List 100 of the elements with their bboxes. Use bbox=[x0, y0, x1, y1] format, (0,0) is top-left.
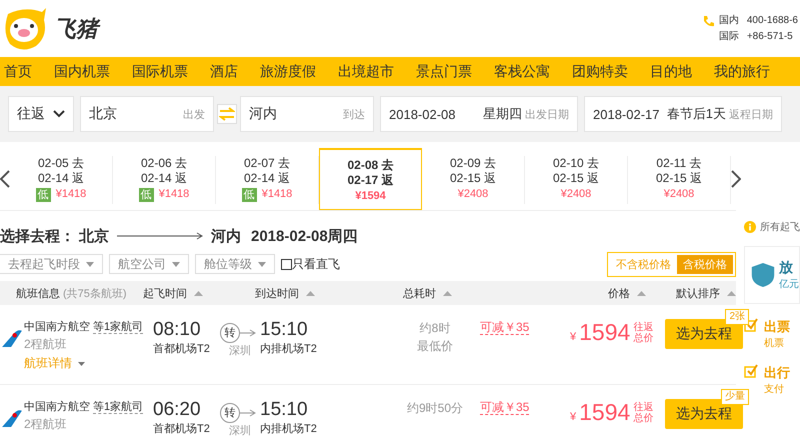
price-text: ¥1418 bbox=[262, 187, 292, 202]
depart-date: 02-05 去 bbox=[36, 156, 86, 171]
filter-dropdown[interactable]: 舱位等级 bbox=[195, 254, 275, 274]
partner-airlines: 等1家航司 bbox=[93, 321, 144, 334]
return-date-field[interactable]: 2018-02-17 春节后1天 返程日期 bbox=[584, 96, 782, 132]
trip-type-value: 往返 bbox=[17, 105, 45, 123]
filter-dropdown[interactable]: 航空公司 bbox=[109, 254, 189, 274]
origin-city: 北京 bbox=[79, 226, 109, 246]
phone-number: +86-571-5 bbox=[746, 30, 793, 44]
contact-label: 国际 bbox=[718, 30, 739, 42]
date-option[interactable]: 02-09 去 02-15 返 ¥2408 bbox=[422, 156, 525, 204]
column-header[interactable]: 总耗时 bbox=[403, 286, 436, 300]
to-city-field[interactable]: 河内 到达 bbox=[240, 96, 374, 132]
ticket-tag: 2张 bbox=[725, 309, 749, 325]
flight-price: 1594 bbox=[579, 319, 630, 346]
field-hint: 出发日期 bbox=[525, 108, 569, 122]
nav-link[interactable]: 首页 bbox=[2, 62, 34, 80]
currency-symbol: ¥ bbox=[570, 330, 576, 342]
date-option[interactable]: 02-10 去 02-15 返 ¥2408 bbox=[525, 156, 628, 204]
field-hint: 到达 bbox=[343, 108, 365, 122]
nav-link[interactable]: 客栈公寓 bbox=[492, 62, 552, 80]
depart-date-field[interactable]: 2018-02-08 星期四 出发日期 bbox=[380, 96, 578, 132]
duration-text: 约9时50分 bbox=[406, 400, 464, 417]
date-option[interactable]: 02-06 去 02-14 返 低 ¥1418 bbox=[113, 156, 216, 204]
feature-text: 支付 bbox=[764, 382, 785, 396]
sort-arrow-icon bbox=[194, 290, 203, 296]
currency-symbol: ¥ bbox=[570, 410, 576, 422]
nav-link[interactable]: 团购特卖 bbox=[570, 62, 630, 80]
feature-title: 出票 bbox=[764, 318, 790, 336]
price-note: 往返总价 bbox=[633, 322, 654, 344]
caret-down-icon bbox=[258, 262, 266, 266]
date-option[interactable]: 02-11 去 02-15 返 ¥2408 bbox=[628, 156, 731, 204]
logo-text: 飞猪 bbox=[54, 14, 98, 44]
price-text: ¥1418 bbox=[56, 187, 86, 202]
depart-date: 02-08 去 bbox=[346, 158, 395, 173]
date-value: 2018-02-17 bbox=[593, 106, 660, 122]
checkbox-tick-icon bbox=[744, 318, 758, 332]
from-city-field[interactable]: 北京 出发 bbox=[80, 96, 214, 132]
notice-text: 所有起飞 bbox=[760, 220, 800, 234]
sort-arrow-icon bbox=[727, 290, 736, 296]
swap-arrows-icon bbox=[219, 107, 235, 121]
trip-type-select[interactable]: 往返 bbox=[8, 96, 74, 132]
checkbox-tick-icon bbox=[744, 364, 758, 378]
destination-city: 河内 bbox=[211, 226, 241, 246]
date-option[interactable]: 02-08 去 02-17 返 ¥1594 bbox=[319, 148, 422, 210]
nav-link[interactable]: 出境超市 bbox=[336, 62, 396, 80]
sort-arrow-icon bbox=[443, 290, 452, 296]
weekday-label: 星期四 bbox=[483, 105, 522, 123]
duration-text: 约8时 bbox=[418, 320, 452, 337]
arrival-airport: 内排机场T2 bbox=[260, 342, 318, 356]
checkbox[interactable] bbox=[281, 258, 292, 270]
date-option[interactable]: 02-07 去 02-14 返 低 ¥1418 bbox=[216, 156, 319, 204]
return-date: 02-15 返 bbox=[448, 171, 498, 186]
chevron-right-icon bbox=[731, 170, 741, 188]
column-header[interactable]: 价格 bbox=[608, 286, 630, 300]
ticket-tag: 少量 bbox=[721, 389, 749, 405]
column-header: 航班信息 bbox=[16, 286, 60, 300]
feature-title: 出行 bbox=[764, 364, 790, 382]
chevron-left-icon bbox=[0, 170, 10, 188]
return-date: 02-14 返 bbox=[242, 171, 292, 186]
lowest-price-label: 最低价 bbox=[416, 338, 454, 355]
nav-link[interactable]: 我的旅行 bbox=[712, 62, 772, 80]
low-price-badge: 低 bbox=[138, 188, 154, 202]
price-text: ¥1418 bbox=[158, 187, 190, 202]
nav-link[interactable]: 酒店 bbox=[208, 62, 240, 80]
date-option[interactable]: 02-05 去 02-14 返 低 ¥1418 bbox=[10, 156, 113, 204]
title-label: 选择去程： bbox=[0, 226, 75, 246]
airline-name: 中国南方航空 bbox=[24, 321, 90, 333]
nav-link[interactable]: 旅游度假 bbox=[258, 62, 318, 80]
promo-subtitle: 亿元 bbox=[779, 278, 799, 291]
weekday-label: 春节后1天 bbox=[666, 105, 726, 123]
low-price-badge: 低 bbox=[36, 188, 51, 202]
arrival-airport: 内排机场T2 bbox=[260, 422, 318, 436]
depart-date: 02-10 去 bbox=[552, 156, 600, 171]
departure-airport: 首都机场T2 bbox=[153, 342, 211, 356]
discount-text: 可减￥35 bbox=[480, 400, 530, 415]
nav-link[interactable]: 国内机票 bbox=[52, 62, 112, 80]
partner-airlines: 等1家航司 bbox=[93, 401, 144, 414]
nav-link[interactable]: 目的地 bbox=[648, 62, 694, 80]
depart-date: 02-07 去 bbox=[242, 156, 292, 171]
arrow-right-icon bbox=[240, 329, 256, 337]
arrival-time: 15:10 bbox=[260, 399, 309, 421]
caret-down-icon bbox=[86, 262, 94, 266]
nav-link[interactable]: 国际机票 bbox=[130, 62, 190, 80]
return-date: 02-15 返 bbox=[654, 171, 704, 186]
bird-tail-logo-icon bbox=[2, 329, 22, 347]
filter-dropdown[interactable]: 去程起飞时段 bbox=[0, 254, 103, 274]
select-button[interactable]: 选为去程 bbox=[665, 319, 743, 349]
nav-link[interactable]: 景点门票 bbox=[414, 62, 474, 80]
depart-date: 02-09 去 bbox=[448, 156, 498, 171]
field-hint: 出发 bbox=[183, 108, 205, 122]
low-price-badge: 低 bbox=[242, 188, 257, 202]
phone-number: 400-1688-6 bbox=[746, 14, 798, 28]
column-header[interactable]: 到达时间 bbox=[255, 286, 299, 300]
column-header[interactable]: 默认排序 bbox=[676, 286, 720, 300]
column-header[interactable]: 起飞时间 bbox=[143, 286, 187, 300]
arrow-right-icon bbox=[115, 232, 205, 240]
city-value: 北京 bbox=[89, 105, 117, 123]
price-text: ¥2408 bbox=[458, 187, 488, 202]
promo-title: 放 bbox=[779, 259, 794, 277]
